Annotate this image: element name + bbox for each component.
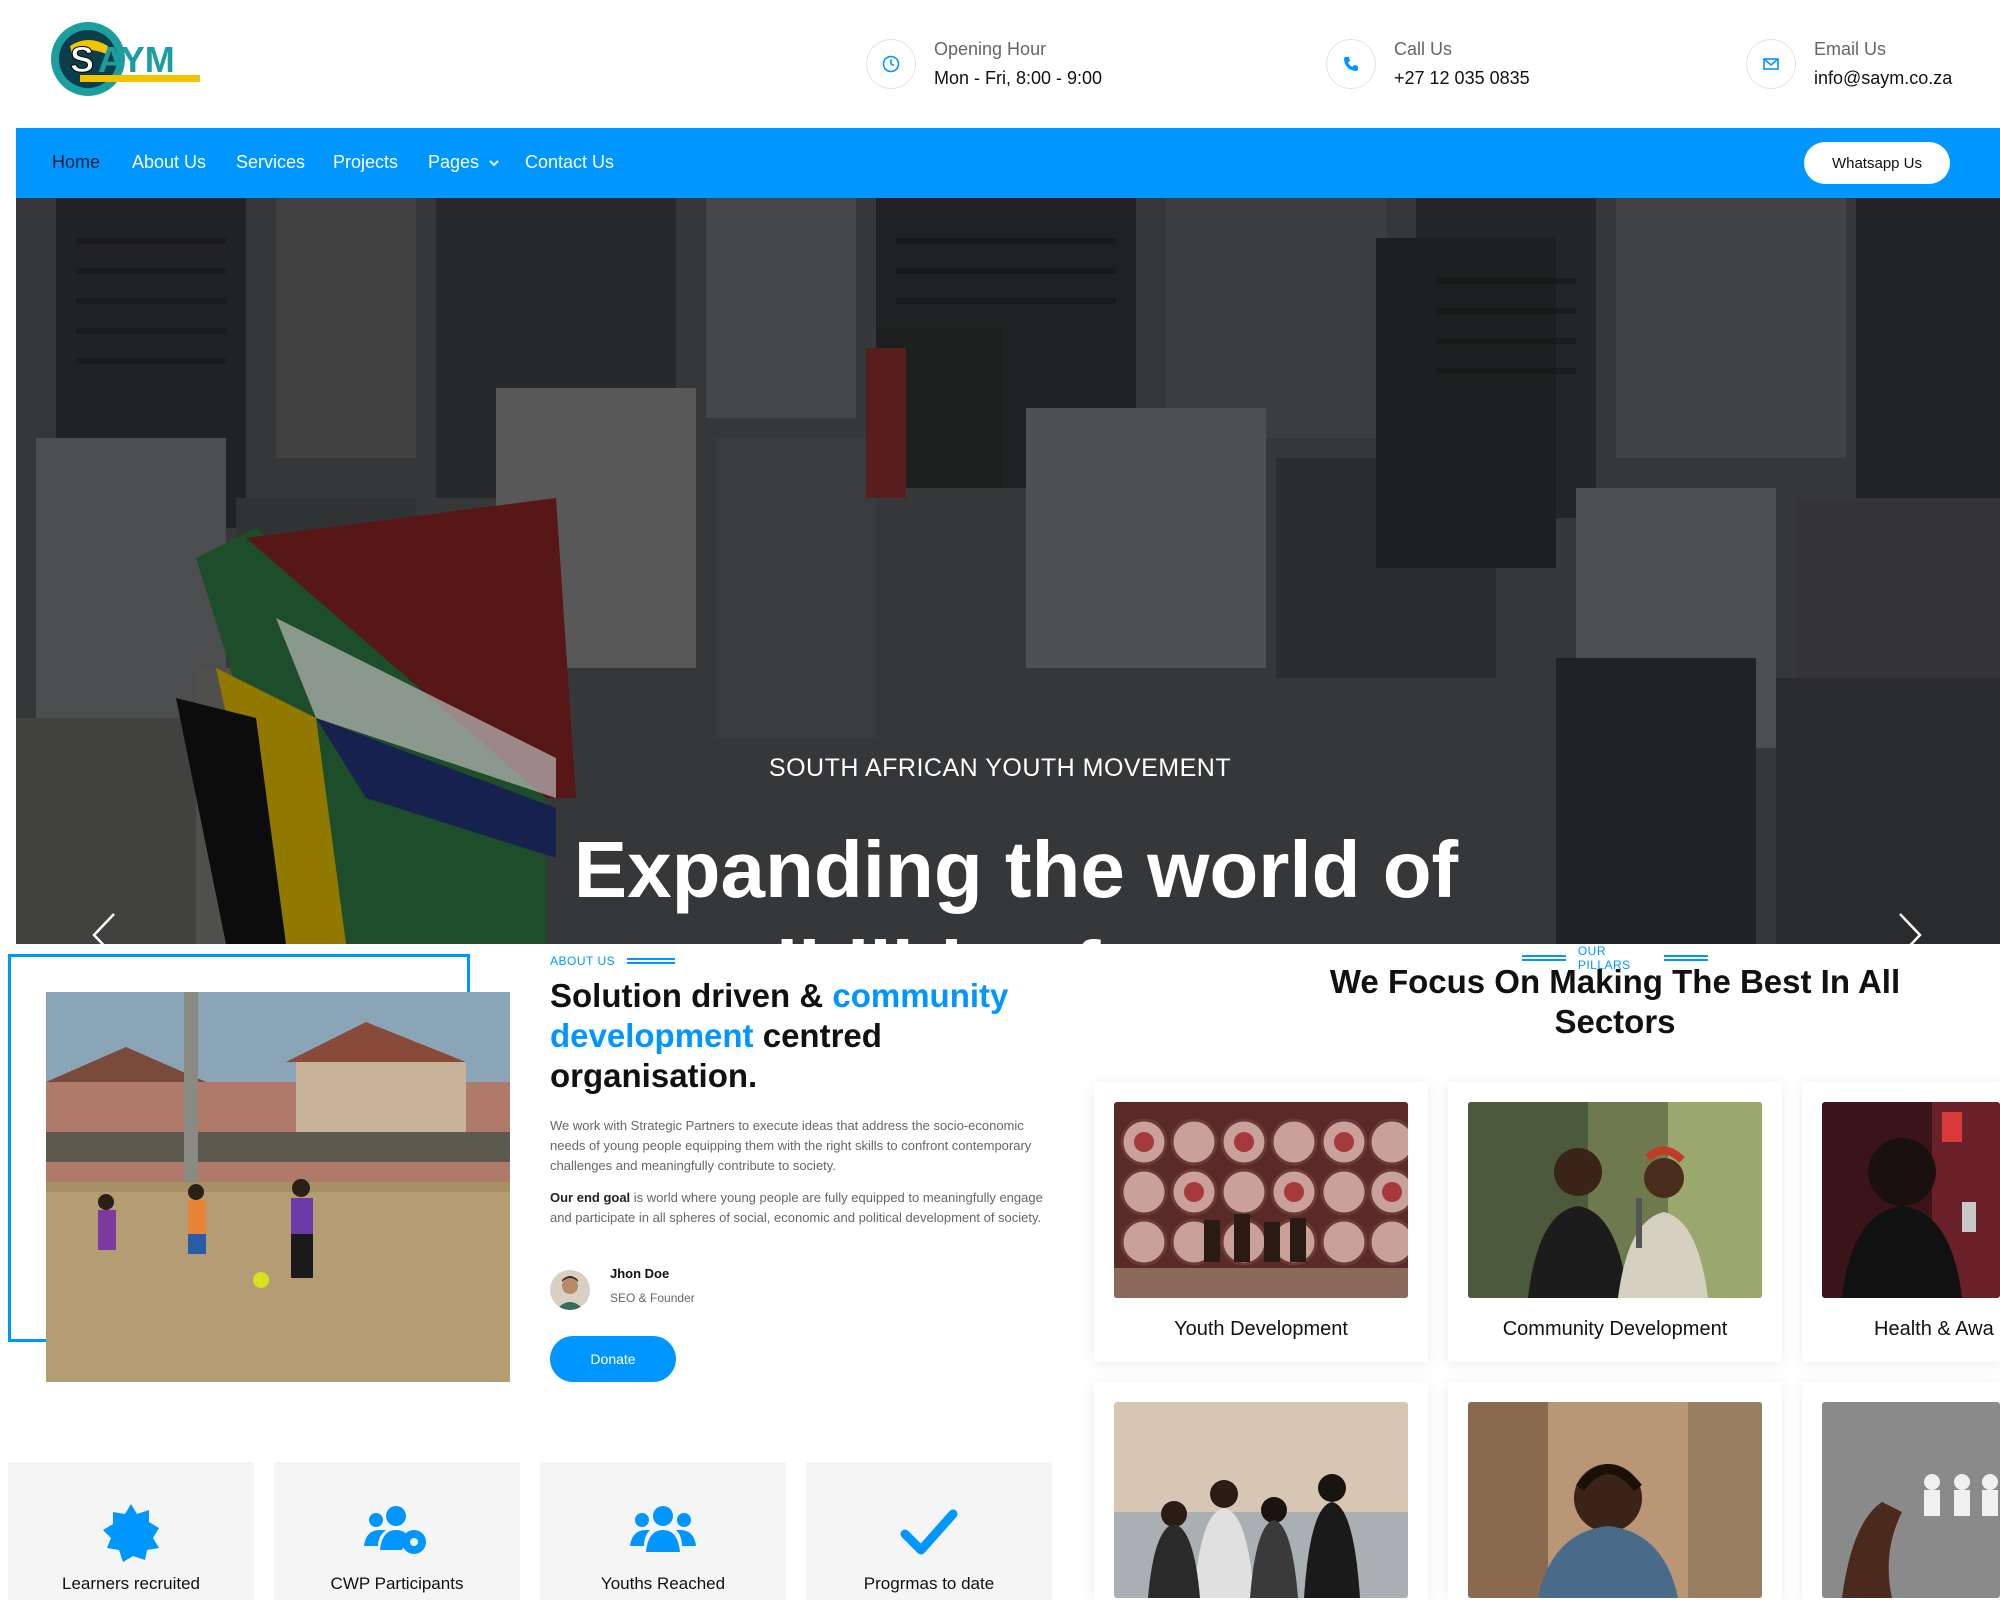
users-gear-icon <box>274 1502 520 1562</box>
pillar-card[interactable] <box>1094 1382 1428 1600</box>
pillar-card-health-awareness[interactable]: Health & Awa <box>1802 1082 2000 1362</box>
pillar-photo <box>1468 1102 1762 1298</box>
call-label: Call Us <box>1394 39 1453 59</box>
email-block: Email Us info@saym.co.za <box>1746 36 1952 92</box>
call-block: Call Us +27 12 035 0835 <box>1326 36 1530 92</box>
about-title: Solution driven & community development … <box>550 976 1070 1096</box>
check-icon <box>806 1502 1052 1562</box>
pillar-photo <box>1822 1102 2000 1298</box>
nav-home[interactable]: Home <box>52 150 100 174</box>
eyebrow-line <box>627 958 676 964</box>
email-address[interactable]: info@saym.co.za <box>1814 65 1952 91</box>
pillar-card-title: Youth Development <box>1174 1318 1348 1340</box>
nav-contact-us[interactable]: Contact Us <box>525 150 614 174</box>
about-title-part1: Solution driven & <box>550 977 833 1014</box>
chevron-down-icon <box>489 160 499 167</box>
opening-hours-value: Mon - Fri, 8:00 - 9:00 <box>934 68 1103 88</box>
nav-pages[interactable]: Pages <box>428 150 500 174</box>
pillar-card-youth-development[interactable]: Youth Development <box>1094 1082 1428 1362</box>
donate-button[interactable]: Donate <box>550 1336 676 1382</box>
eyebrow-line <box>1664 955 1708 961</box>
opening-hours-block: Opening Hour Mon - Fri, 8:00 - 9:00 <box>866 36 1102 92</box>
main-nav: Home About Us Services Projects Pages Co… <box>16 128 2000 198</box>
hero-eyebrow: SOUTH AFRICAN YOUTH MOVEMENT <box>768 754 1232 782</box>
pillar-card-community-development[interactable]: Community Development <box>1448 1082 1782 1362</box>
stat-label: Learners recruited <box>62 1574 200 1593</box>
stat-programs: Progrmas to date <box>806 1462 1052 1600</box>
about-goal-bold: Our end goal <box>550 1190 631 1205</box>
pillar-photo <box>1468 1402 1762 1598</box>
chevron-left-icon[interactable] <box>86 910 126 944</box>
badge-icon <box>8 1502 254 1562</box>
phone-icon <box>1326 39 1376 89</box>
hero-slider: SOUTH AFRICAN YOUTH MOVEMENT Expanding t… <box>16 198 2000 944</box>
envelope-icon <box>1746 39 1796 89</box>
stat-label: CWP Participants <box>330 1574 464 1593</box>
opening-hours-label: Opening Hour <box>934 39 1047 59</box>
stat-youths: Youths Reached <box>540 1462 786 1600</box>
stat-cwp: CWP Participants <box>274 1462 520 1600</box>
about-photo <box>46 992 510 1382</box>
nav-services[interactable]: Services <box>236 150 305 174</box>
whatsapp-button[interactable]: Whatsapp Us <box>1804 142 1950 184</box>
pillar-photo <box>1822 1402 2000 1598</box>
pillars-title: We Focus On Making The Best In All Secto… <box>1329 963 1901 1040</box>
saym-logo[interactable]: S AYM <box>50 20 202 98</box>
stat-learners: Learners recruited <box>8 1462 254 1600</box>
clock-icon <box>866 39 916 89</box>
about-paragraph-1: We work with Strategic Partners to execu… <box>550 1118 1032 1173</box>
pillar-card-title: Health & Awa <box>1874 1318 1994 1340</box>
author-name: Jhon Doe <box>610 1266 670 1281</box>
top-header: S AYM Opening Hour Mon - Fri, 8:00 - 9:0… <box>0 0 2000 128</box>
phone-number[interactable]: +27 12 035 0835 <box>1394 65 1530 91</box>
nav-projects[interactable]: Projects <box>333 150 398 174</box>
stat-label: Youths Reached <box>600 1574 726 1593</box>
svg-text:S: S <box>70 39 94 80</box>
hero-title: Expanding the world of possibilities for… <box>573 825 1459 944</box>
stat-label: Progrmas to date <box>863 1574 995 1593</box>
avatar <box>550 1270 590 1310</box>
svg-text:AYM: AYM <box>98 39 175 80</box>
nav-pages-label: Pages <box>428 152 480 172</box>
about-eyebrow: ABOUT US <box>550 954 676 968</box>
email-label: Email Us <box>1814 39 1887 59</box>
author-role: SEO & Founder <box>610 1291 695 1305</box>
users-icon <box>540 1502 786 1562</box>
chevron-right-icon[interactable] <box>1888 910 1928 944</box>
pillar-card-title: Community Development <box>1502 1318 1728 1340</box>
nav-about-us[interactable]: About Us <box>132 150 206 174</box>
pillar-card[interactable] <box>1448 1382 1782 1600</box>
pillar-photo <box>1114 1102 1408 1298</box>
pillar-card[interactable] <box>1802 1382 2000 1600</box>
about-eyebrow-label: ABOUT US <box>550 954 616 968</box>
eyebrow-line <box>1522 955 1566 961</box>
about-paragraph-2: Our end goal is world where young people… <box>550 1188 1060 1228</box>
pillar-photo <box>1114 1402 1408 1598</box>
